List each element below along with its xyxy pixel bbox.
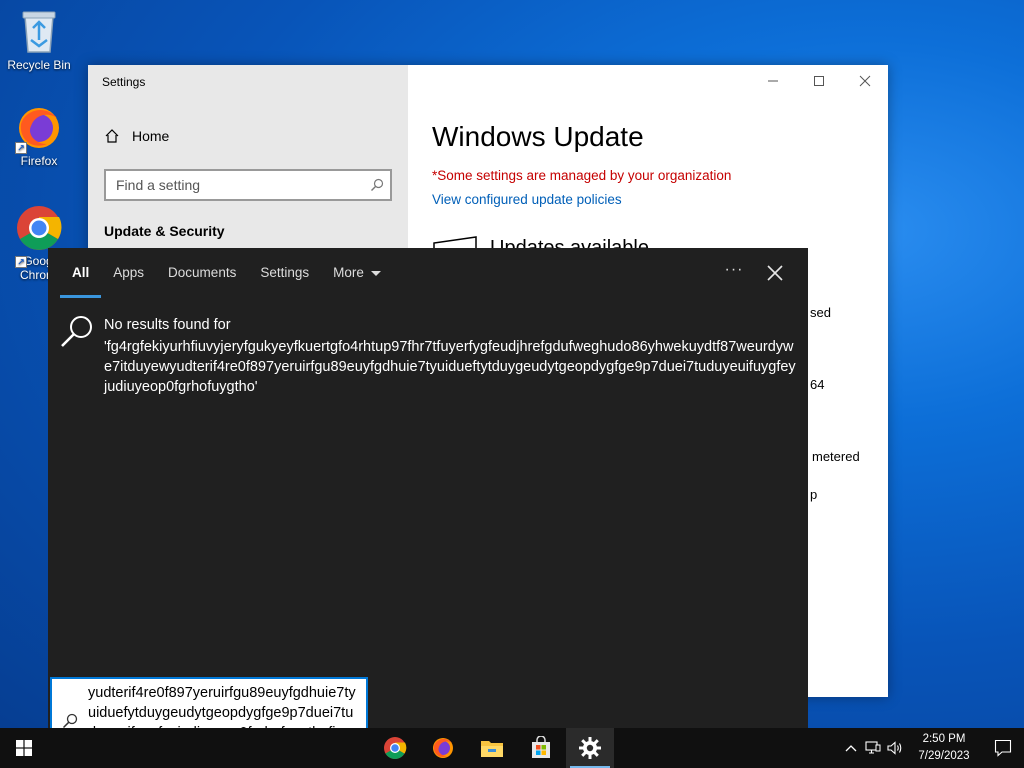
tab-more-label: More [333, 265, 364, 280]
firefox-icon [433, 738, 453, 758]
shortcut-arrow-icon: ↗ [15, 142, 27, 154]
window-title: Settings [102, 75, 146, 89]
no-results-title: No results found for [104, 317, 231, 333]
close-icon [767, 265, 783, 281]
chrome-icon [17, 206, 62, 250]
view-policies-link[interactable]: View configured update policies [432, 192, 622, 207]
close-search-button[interactable] [764, 262, 786, 284]
obscured-text: 64 [810, 377, 825, 392]
tab-all[interactable]: All [60, 248, 102, 298]
page-title: Windows Update [432, 121, 644, 152]
tab-more[interactable]: More [321, 248, 393, 298]
home-icon [105, 129, 119, 143]
clock-date: 7/29/2023 [918, 750, 970, 762]
taskbar-file-explorer[interactable] [468, 728, 516, 768]
search-tabs: All Apps Documents Settings More [60, 248, 393, 298]
no-results-query: 'fg4rgfekiyurhfiuvyjeryfgukyeyfkuertgfo4… [104, 339, 796, 395]
more-options-button[interactable]: ··· [722, 260, 746, 284]
tab-settings[interactable]: Settings [248, 248, 321, 298]
taskbar-chrome[interactable] [371, 728, 419, 768]
obscured-text: sed [810, 305, 831, 320]
taskbar-settings[interactable] [566, 728, 614, 768]
taskbar: 2:50 PM 7/29/2023 [0, 728, 1024, 768]
desktop-icon-recycle-bin[interactable]: Recycle Bin [0, 6, 78, 72]
clock[interactable]: 2:50 PM 7/29/2023 [906, 731, 982, 765]
windows-logo-icon [16, 740, 32, 756]
chrome-icon [384, 737, 407, 759]
nav-section-update-security[interactable]: Update & Security [104, 223, 225, 239]
obscured-text: metered [812, 449, 860, 464]
search-icon [62, 713, 78, 729]
recycle-bin-icon [22, 11, 56, 53]
obscured-text: p [810, 487, 818, 502]
nav-home-link[interactable]: Home [104, 128, 169, 144]
start-button[interactable] [0, 728, 48, 768]
taskbar-store[interactable] [517, 728, 565, 768]
desktop-icon-firefox[interactable]: ↗ Firefox [0, 104, 78, 168]
org-managed-notice: *Some settings are managed by your organ… [432, 168, 732, 183]
system-tray: 2:50 PM 7/29/2023 [840, 728, 1024, 768]
tab-documents[interactable]: Documents [156, 248, 248, 298]
search-icon [371, 178, 384, 191]
desktop-icon-label: Recycle Bin [7, 58, 71, 72]
speaker-icon [887, 741, 902, 755]
file-explorer-icon [481, 741, 503, 757]
action-center-button[interactable] [982, 728, 1024, 768]
notification-icon [994, 739, 1012, 757]
settings-gear-icon [579, 737, 601, 759]
search-icon [61, 316, 92, 347]
shortcut-arrow-icon: ↗ [15, 256, 27, 268]
search-flyout: All Apps Documents Settings More ··· No … [48, 248, 808, 728]
network-icon [865, 741, 881, 754]
desktop-icon-label: Firefox [20, 154, 58, 168]
chevron-up-icon [845, 745, 857, 752]
show-hidden-icons-button[interactable] [840, 728, 862, 768]
find-setting-input[interactable]: Find a setting [104, 169, 392, 201]
network-button[interactable] [862, 728, 884, 768]
clock-time: 2:50 PM [922, 733, 966, 745]
taskbar-firefox[interactable] [419, 728, 467, 768]
chevron-down-icon [370, 270, 381, 276]
store-icon [532, 736, 550, 758]
nav-home-label: Home [132, 128, 170, 144]
find-setting-placeholder: Find a setting [116, 177, 201, 193]
volume-button[interactable] [884, 728, 906, 768]
tab-apps[interactable]: Apps [101, 248, 156, 298]
